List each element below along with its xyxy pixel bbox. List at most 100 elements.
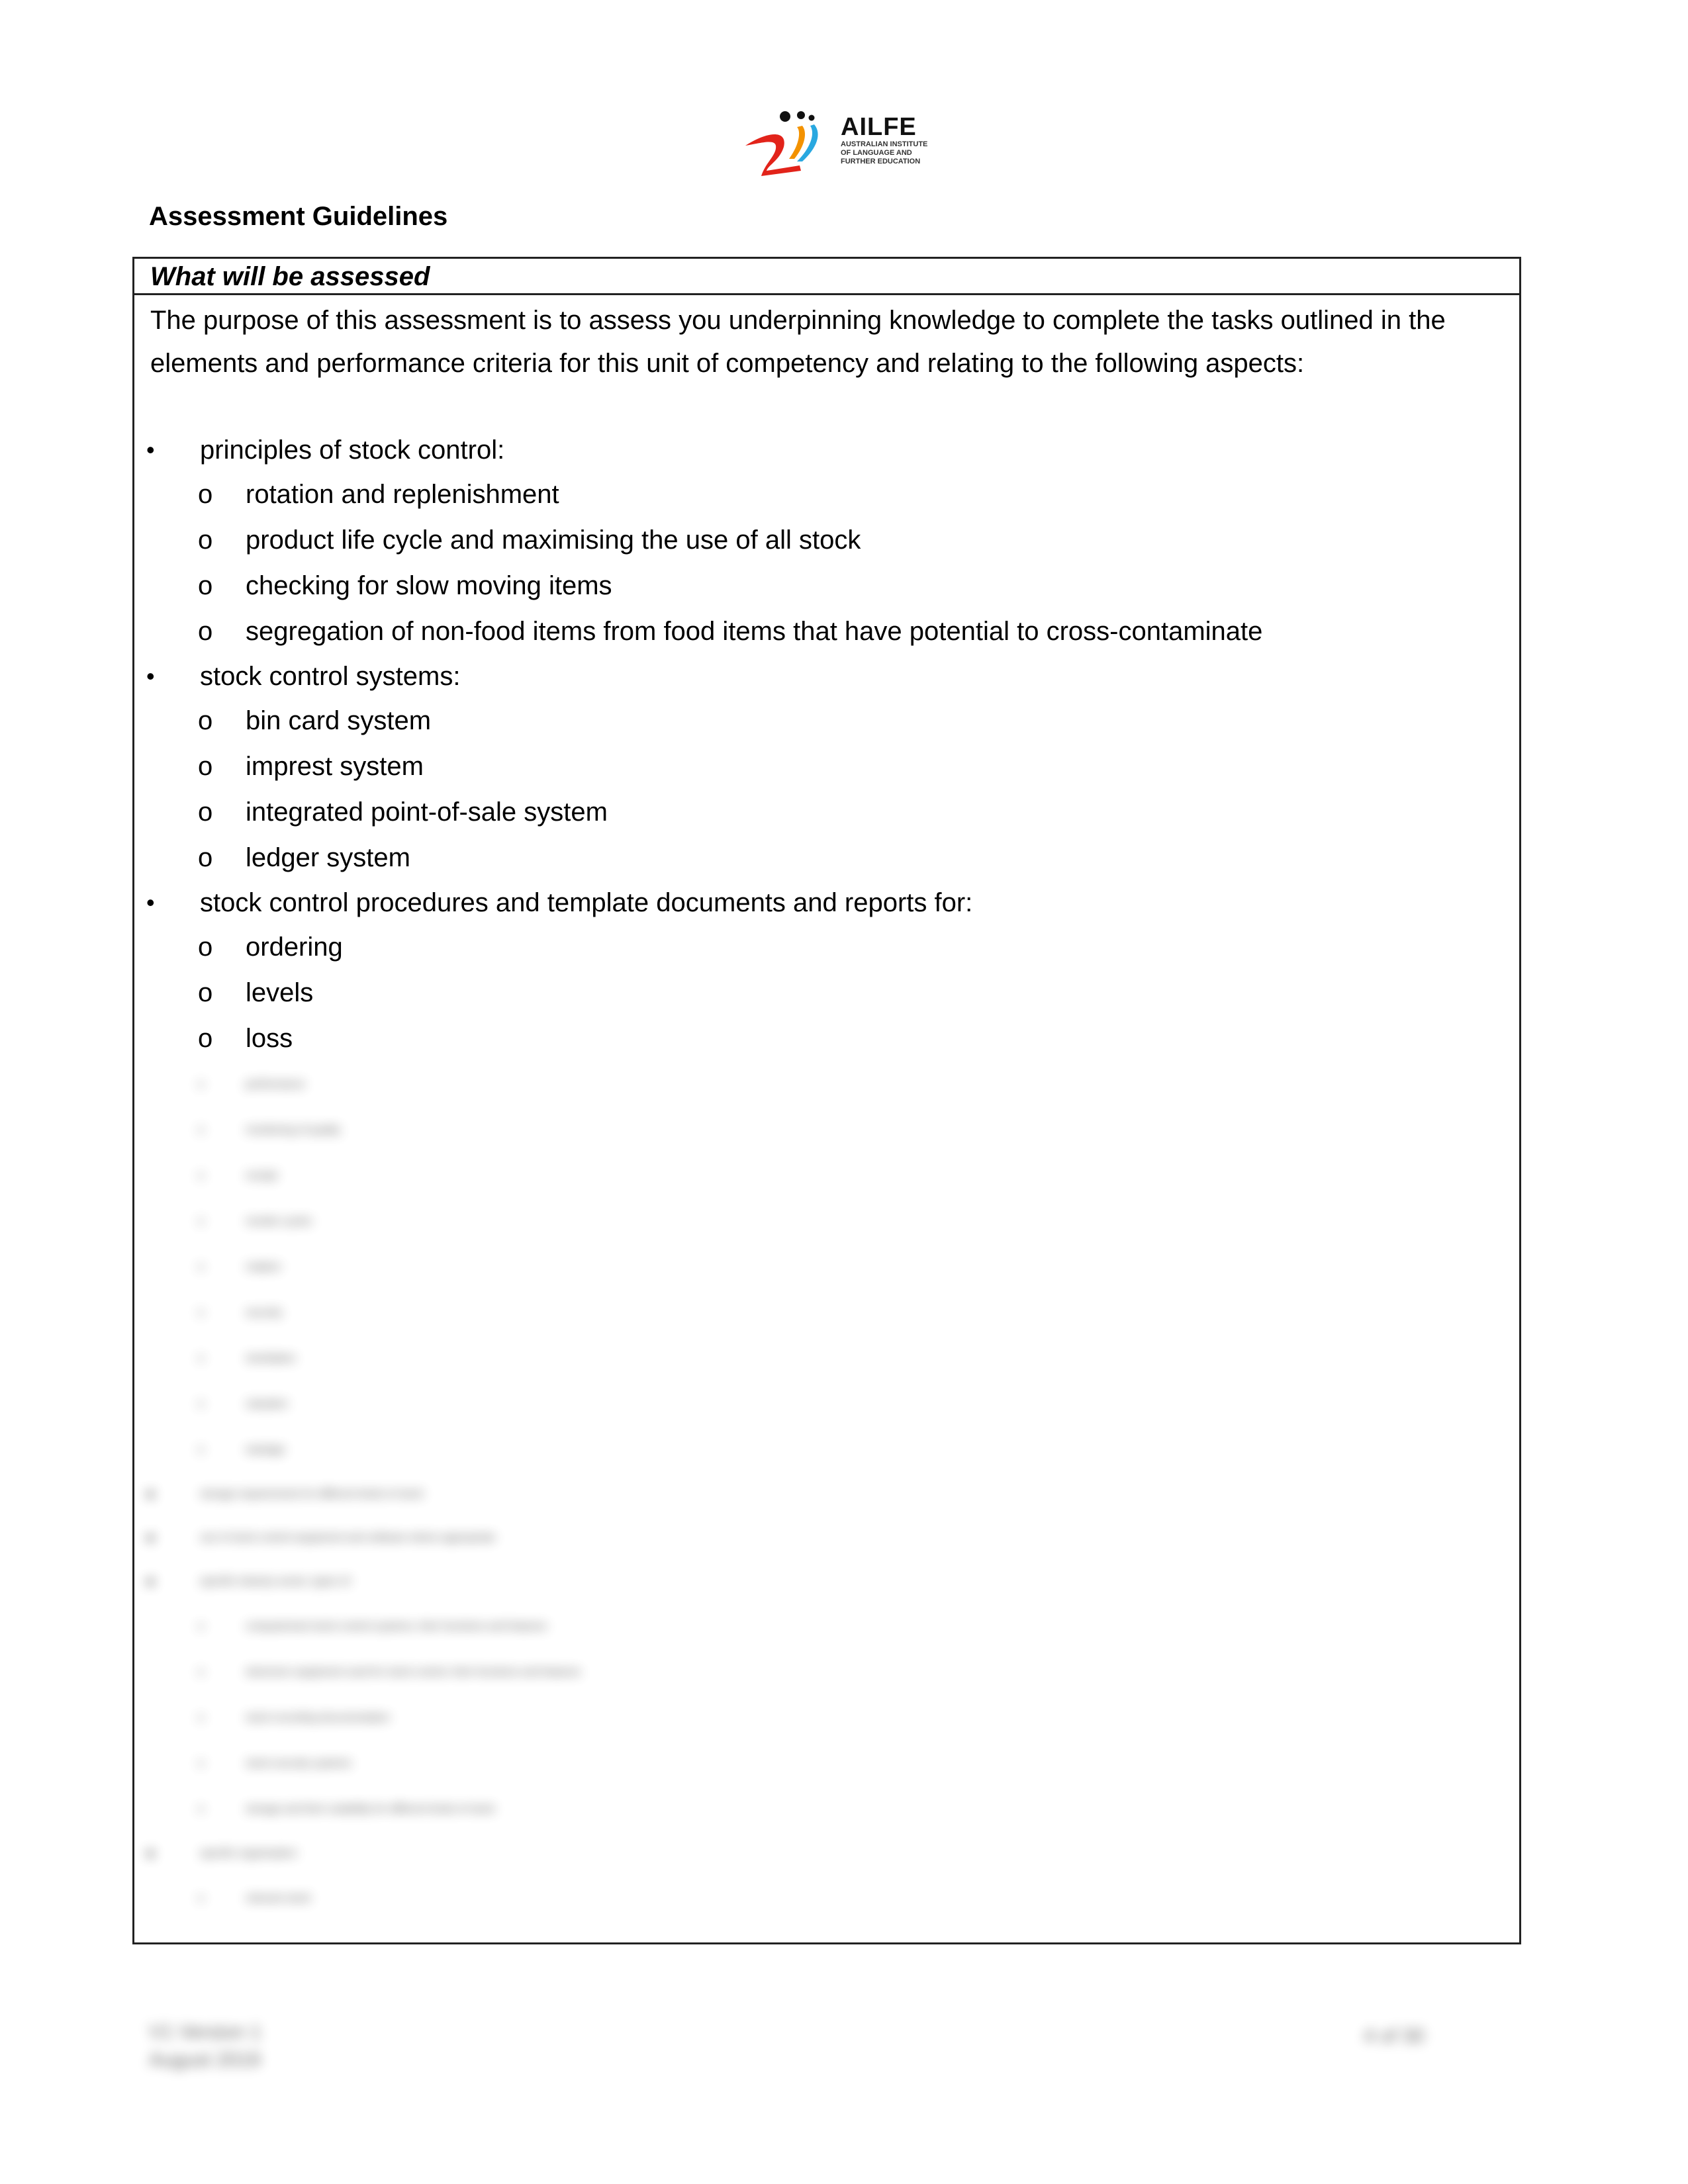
sub-bullet-icon: o [198, 843, 213, 872]
sub-list-item: o security [134, 1290, 1519, 1336]
sub-list-item: o relevant stock [134, 1876, 1519, 1921]
sub-bullet-icon: o [198, 480, 213, 509]
list-item-text: ledger system [246, 843, 410, 872]
sub-bullet-icon: o [198, 1444, 204, 1455]
list-item-text: computerised stock control systems, thei… [246, 1621, 547, 1632]
list-item-text: storage and their suitability for differ… [246, 1803, 495, 1815]
list-item: • storage requirements for different kind… [134, 1473, 1519, 1516]
list-item-text: valuation [246, 1398, 289, 1410]
list-item-text: monitoring of quality [246, 1124, 341, 1136]
sub-list-item: o checking for slow moving items [134, 563, 1519, 609]
sub-bullet-icon: o [198, 1261, 204, 1273]
list-item: • specific industry sector, types of: [134, 1560, 1519, 1604]
list-item-text: product life cycle and maximising the us… [246, 525, 861, 555]
sub-bullet-icon: o [198, 1893, 204, 1904]
sub-bullet-icon: o [198, 978, 213, 1007]
list-item-text: specific industry sector, types of: [200, 1576, 353, 1587]
sub-list-item: o levels [134, 970, 1519, 1016]
sub-list-item: o rotation and replenishment [134, 472, 1519, 518]
sub-bullet-icon: o [198, 1353, 204, 1364]
bullet-icon: • [146, 1568, 155, 1595]
list-item-text: rotation and replenishment [246, 480, 559, 509]
ailfe-logo: AILFE AUSTRALIAN INSTITUTE OF LANGUAGE A… [741, 105, 953, 177]
aspects-list: • principles of stock control: o rotation a… [134, 428, 1519, 1062]
sub-bullet-icon: o [198, 525, 213, 555]
sub-list-item: o product life cycle and maximising the u… [134, 518, 1519, 563]
ailfe-figures-icon [745, 111, 818, 176]
list-item-text: stock recording documentation [246, 1712, 390, 1723]
list-item-text: integrated point-of-sale system [246, 797, 608, 827]
list-item-text: security [246, 1307, 283, 1318]
footer-version: V1 Version 1 August 2019 [149, 2019, 261, 2074]
sub-list-item: o monitoring of quality [134, 1107, 1519, 1153]
sub-bullet-icon: o [198, 1803, 204, 1815]
footer-date-line: August 2019 [149, 2049, 261, 2071]
sub-bullet-icon: o [198, 1216, 204, 1227]
footer-page-number: 4 of 30 [1364, 2025, 1425, 2047]
sub-list-item: o imprest system [134, 744, 1519, 790]
sub-bullet-icon: o [198, 752, 213, 781]
bullet-icon: • [146, 889, 155, 916]
sub-bullet-icon: o [198, 1712, 204, 1723]
list-item: • principles of stock control: [134, 428, 1519, 472]
sub-list-item: o stock recording documentation [134, 1695, 1519, 1741]
bullet-icon: • [146, 1524, 155, 1551]
bullet-icon: • [146, 662, 155, 690]
sub-list-item: o ledger system [134, 835, 1519, 881]
sub-list-item: o electronic equipment used for stock con… [134, 1649, 1519, 1695]
logo-subtitle-1: AUSTRALIAN INSTITUTE [841, 140, 928, 148]
sub-list-item: o wastage [134, 1427, 1519, 1473]
sub-bullet-icon: o [198, 1307, 204, 1318]
sub-list-item: o ordering [134, 925, 1519, 970]
list-item-text: electronic equipment used for stock cont… [246, 1666, 581, 1678]
list-item-text: segregation of non-food items from food … [246, 617, 1263, 646]
sub-list-item: o storage and their suitability for diffe… [134, 1786, 1519, 1832]
list-item-text: rotation [246, 1261, 281, 1273]
logo-brand: AILFE [841, 113, 917, 141]
sub-bullet-icon: o [198, 1398, 204, 1410]
list-item: • stock control systems: [134, 655, 1519, 698]
sub-bullet-icon: o [198, 706, 213, 735]
sub-list-item: o loss [134, 1016, 1519, 1062]
list-item-text: levels [246, 978, 314, 1007]
list-item-text: stock security systems [246, 1758, 352, 1769]
sub-bullet-icon: o [198, 617, 213, 646]
list-item-text: ordering [246, 933, 343, 962]
list-item-text: checking for slow moving items [246, 571, 612, 600]
list-item-text: wastage [246, 1444, 285, 1455]
bullet-icon: • [146, 1480, 155, 1508]
sub-list-item: o rotation [134, 1244, 1519, 1290]
bullet-icon: • [146, 436, 155, 463]
sub-bullet-icon: o [198, 1758, 204, 1769]
sub-list-item: o reorder cycles [134, 1199, 1519, 1244]
list-item-text: specific organisation: [200, 1848, 299, 1859]
footer-version-line: V1 Version 1 [149, 2021, 262, 2043]
list-item-text: receipt [246, 1170, 278, 1181]
sub-bullet-icon: o [198, 571, 213, 600]
box-header: What will be assessed [134, 259, 1519, 295]
list-item: • use of stock control equipment and soft… [134, 1516, 1519, 1560]
list-item: • stock control procedures and template d… [134, 881, 1519, 925]
sub-list-item: o valuation [134, 1381, 1519, 1427]
sub-bullet-icon: o [198, 1024, 213, 1053]
assessment-box: What will be assessed The purpose of thi… [132, 257, 1521, 1944]
sub-list-item: o computerised stock control systems, the… [134, 1604, 1519, 1649]
sub-list-item: o stock security systems [134, 1741, 1519, 1786]
intro-paragraph: The purpose of this assessment is to ass… [150, 306, 1446, 378]
blurred-aspects-list: o performance o monitoring of quality o recei… [134, 1062, 1519, 1921]
sub-list-item: o bin card system [134, 698, 1519, 744]
list-item-text: stock control systems: [200, 662, 461, 691]
list-item-text: performance [246, 1079, 305, 1090]
logo-subtitle-3: FURTHER EDUCATION [841, 158, 921, 165]
sub-bullet-icon: o [198, 1079, 204, 1090]
list-item-text: stock control procedures and template do… [200, 888, 973, 917]
sub-list-item: o performance [134, 1062, 1519, 1107]
sub-list-item: o segregation of non-food items from food… [134, 609, 1519, 655]
sub-bullet-icon: o [198, 1621, 204, 1632]
list-item: • specific organisation: [134, 1832, 1519, 1876]
list-item-text: imprest system [246, 752, 424, 781]
list-item-text: loss [246, 1024, 293, 1053]
list-item-text: bin card system [246, 706, 432, 735]
list-item-text: principles of stock control: [200, 435, 505, 465]
sub-bullet-icon: o [198, 1124, 204, 1136]
